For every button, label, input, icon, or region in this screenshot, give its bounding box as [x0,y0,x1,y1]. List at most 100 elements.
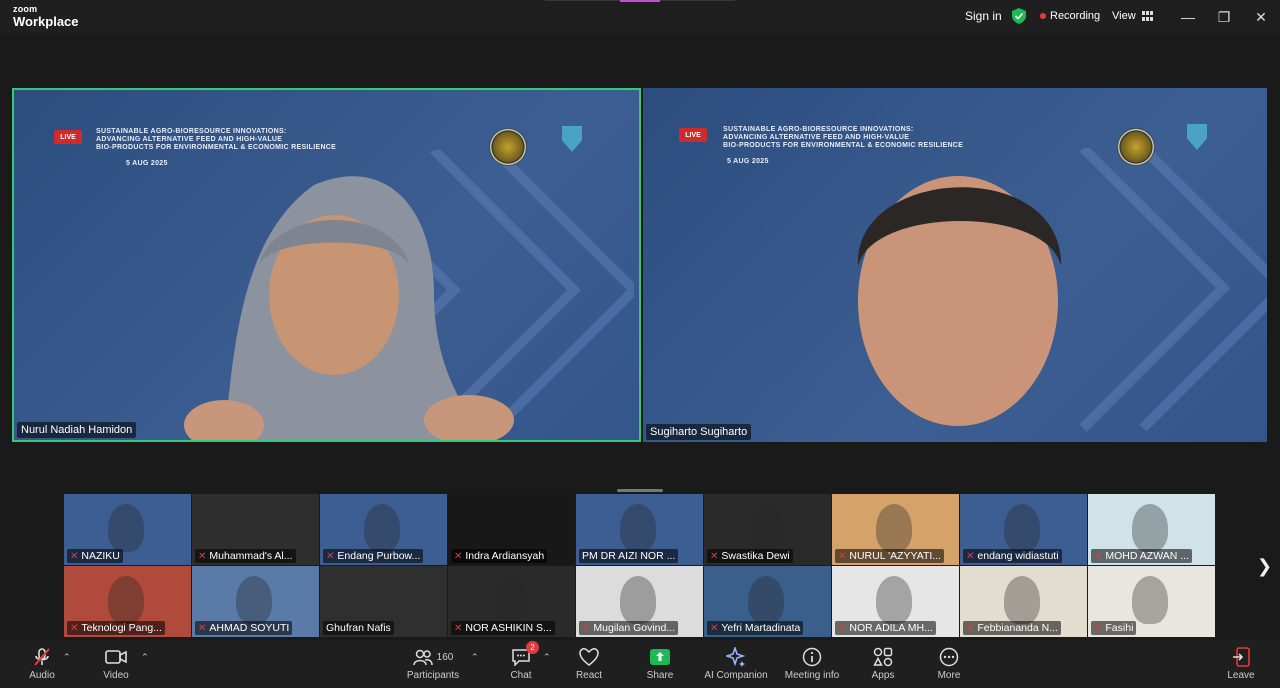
participant-name: endang widiastuti [977,550,1059,562]
participant-thumbnail[interactable]: PM DR AIZI NOR ... [576,494,703,565]
participant-thumbnail[interactable]: ✕ Swastika Dewi [704,494,831,565]
leave-icon [1231,646,1251,668]
participant-name: Indra Ardiansyah [465,550,545,562]
chat-unread-badge: 2 [526,641,539,654]
shield-check-icon[interactable] [1012,8,1026,24]
slide-line-3: BIO-PRODUCTS FOR ENVIRONMENTAL & ECONOMI… [96,144,337,151]
slide-line-1: SUSTAINABLE AGRO-BIORESOURCE INNOVATIONS… [96,128,287,135]
video-label: Video [103,670,129,681]
microphone-muted-icon: ✕ [1094,622,1103,634]
participant-thumbnail[interactable]: ✕ Mugilan Govind... [576,566,703,637]
participant-name-tag: ✕ NURUL 'AZYYATI... [835,549,945,563]
video-options-caret-icon[interactable]: ⌃ [141,652,149,663]
participant-avatar [748,504,784,552]
info-icon [802,646,822,668]
minimize-icon[interactable]: — [1179,8,1197,26]
meeting-info-label: Meeting info [784,670,840,681]
live-badge: LIVE [54,130,82,144]
chat-label: Chat [510,670,532,681]
view-button[interactable]: View [1112,10,1153,22]
participant-name: Swastika Dewi [721,550,790,562]
participant-name-tag: ✕ NOR ASHIKIN S... [451,621,555,635]
speaker-video-2[interactable]: LIVE SUSTAINABLE AGRO-BIORESOURCE INNOVA… [643,88,1267,442]
sign-in-button[interactable]: Sign in [965,9,1002,23]
restore-icon[interactable]: ❐ [1215,8,1233,26]
speaker-name-tag: Sugiharto Sugiharto [646,424,752,440]
participant-avatar [876,576,912,624]
participant-name: AHMAD SOYUTI [209,622,290,634]
microphone-muted-icon: ✕ [582,622,591,634]
participants-icon-wrap: 160 [412,646,454,668]
participant-thumbnail[interactable]: ✕ Fasihi [1088,566,1215,637]
microphone-muted-icon: ✕ [710,550,719,562]
participants-button[interactable]: 160 Participants [393,646,473,681]
zoom-logo: zoom Workplace [13,5,79,29]
participants-label: Participants [406,670,460,681]
more-icon [939,646,959,668]
participant-avatar [620,576,656,624]
participant-name: Ghufran Nafis [326,622,391,634]
participant-thumbnail[interactable]: ✕ Teknologi Pang... [64,566,191,637]
participant-thumbnail[interactable]: ✕ Endang Purbow... [320,494,447,565]
audio-options-caret-icon[interactable]: ⌃ [63,652,71,663]
microphone-muted-icon: ✕ [326,550,335,562]
participant-avatar [1004,504,1040,552]
participant-name: NURUL 'AZYYATI... [849,550,942,562]
participants-options-caret-icon[interactable]: ⌃ [471,652,479,663]
participant-thumbnail[interactable]: Ghufran Nafis [320,566,447,637]
participant-name-tag: ✕ Indra Ardiansyah [451,549,548,563]
participant-name: Endang Purbow... [337,550,421,562]
participant-name-tag: ✕ Endang Purbow... [323,549,424,563]
more-button[interactable]: More [909,646,989,681]
close-icon[interactable]: ✕ [1252,8,1270,26]
filmstrip-resize-handle[interactable] [617,489,663,492]
grid-icon [1141,11,1153,21]
university-seal-icon [1117,128,1155,166]
participant-thumbnail[interactable]: ✕ Muhammad's Al... [192,494,319,565]
participant-thumbnail[interactable]: ✕ Indra Ardiansyah [448,494,575,565]
participant-thumbnail[interactable]: ✕ AHMAD SOYUTI [192,566,319,637]
microphone-muted-icon [32,646,52,668]
meeting-info-button[interactable]: Meeting info [772,646,852,681]
speaker-video-1[interactable]: LIVE SUSTAINABLE AGRO-BIORESOURCE INNOVA… [12,88,641,442]
react-button[interactable]: React [549,646,629,681]
participant-avatar [184,176,514,440]
share-screen-icon [650,646,670,668]
participant-name-tag: ✕ Fasihi [1091,621,1137,635]
recording-indicator[interactable]: Recording [1040,10,1100,22]
participants-icon [412,649,433,666]
speaker-name-tag: Nurul Nadiah Hamidon [17,422,137,438]
participant-name-tag: PM DR AIZI NOR ... [579,549,679,563]
participant-name-tag: ✕ Mugilan Govind... [579,621,679,635]
participant-thumbnail[interactable]: ✕ NOR ADILA MH... [832,566,959,637]
participant-name: Teknologi Pang... [81,622,162,634]
microphone-muted-icon: ✕ [198,550,207,562]
participant-avatar [1004,576,1040,624]
participant-thumbnail[interactable]: ✕ MOHD AZWAN ... [1088,494,1215,565]
participant-thumbnail[interactable]: ✕ endang widiastuti [960,494,1087,565]
leave-button[interactable]: Leave [1201,646,1280,681]
participant-thumbnail[interactable]: ✕ NURUL 'AZYYATI... [832,494,959,565]
participant-name-tag: ✕ AHMAD SOYUTI [195,621,293,635]
participant-avatar [1132,576,1168,624]
participant-thumbnail[interactable]: ✕ NOR ASHIKIN S... [448,566,575,637]
participant-name-tag: ✕ NOR ADILA MH... [835,621,936,635]
participant-thumbnail[interactable]: ✕ NAZIKU [64,494,191,565]
participant-name-tag: ✕ Muhammad's Al... [195,549,296,563]
chevron-right-icon[interactable]: ❯ [1257,556,1272,577]
participant-thumbnail[interactable]: ✕ Yefri Martadinata [704,566,831,637]
participant-name-tag: ✕ MOHD AZWAN ... [1091,549,1193,563]
participant-name: MOHD AZWAN ... [1105,550,1190,562]
share-button[interactable]: Share [620,646,700,681]
title-bar: zoom Workplace Sign in Recording View — … [0,0,1280,35]
ai-companion-button[interactable]: AI Companion [696,646,776,681]
microphone-muted-icon: ✕ [1094,550,1103,562]
participant-name-tag: ✕ Febbiananda N... [963,621,1061,635]
participant-thumbnail[interactable]: ✕ Febbiananda N... [960,566,1087,637]
leave-label: Leave [1227,670,1255,681]
ai-companion-label: AI Companion [704,670,768,681]
microphone-muted-icon: ✕ [198,622,207,634]
participant-avatar [620,504,656,552]
participant-avatar [1132,504,1168,552]
participants-count: 160 [436,651,454,663]
